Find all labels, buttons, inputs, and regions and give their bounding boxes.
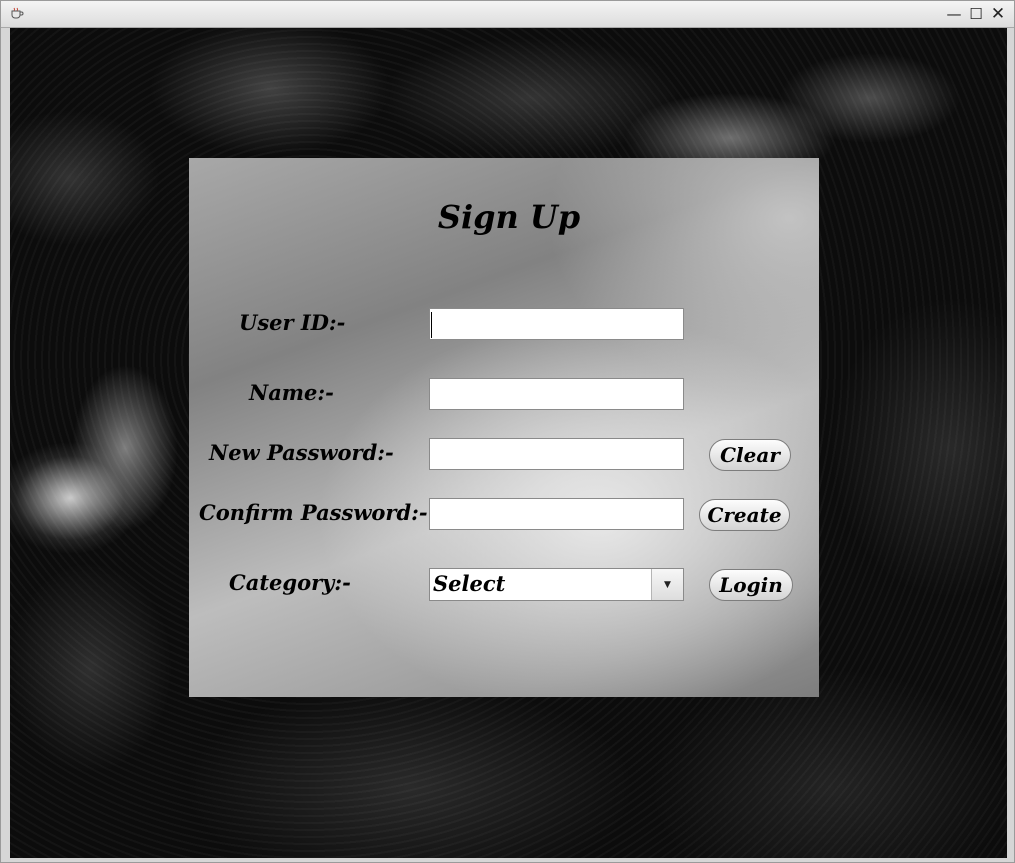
signup-panel: Sign Up User ID:- Name:- New Password:- … [189,158,819,697]
new-password-field[interactable] [429,438,684,470]
close-button[interactable]: ✕ [989,4,1007,24]
maximize-button[interactable]: ☐ [967,5,985,23]
name-label: Name:- [249,380,334,405]
confirm-password-field[interactable] [429,498,684,530]
category-select[interactable]: Select ▼ [429,568,684,601]
clear-button[interactable]: Clear [709,439,791,471]
minimize-button[interactable]: — [945,5,963,23]
new-password-label: New Password:- [209,440,394,465]
minimize-icon: — [946,5,962,23]
text-caret [431,312,432,338]
category-selected-value: Select [433,571,506,596]
coffee-cup-icon [11,7,24,19]
category-label: Category:- [229,570,351,595]
title-bar[interactable]: — ☐ ✕ [1,1,1014,28]
user-id-field[interactable] [429,308,684,340]
page-title: Sign Up [437,198,581,236]
login-button[interactable]: Login [709,569,793,601]
background-image: Sign Up User ID:- Name:- New Password:- … [10,28,1007,858]
maximize-icon: ☐ [969,5,983,23]
close-icon: ✕ [990,4,1006,24]
chevron-down-icon[interactable]: ▼ [651,569,683,600]
name-field[interactable] [429,378,684,410]
create-button[interactable]: Create [699,499,790,531]
app-window: — ☐ ✕ Sign Up User ID:- Name:- New Passw… [0,0,1015,863]
user-id-label: User ID:- [239,310,346,335]
confirm-password-label: Confirm Password:- [199,500,428,525]
